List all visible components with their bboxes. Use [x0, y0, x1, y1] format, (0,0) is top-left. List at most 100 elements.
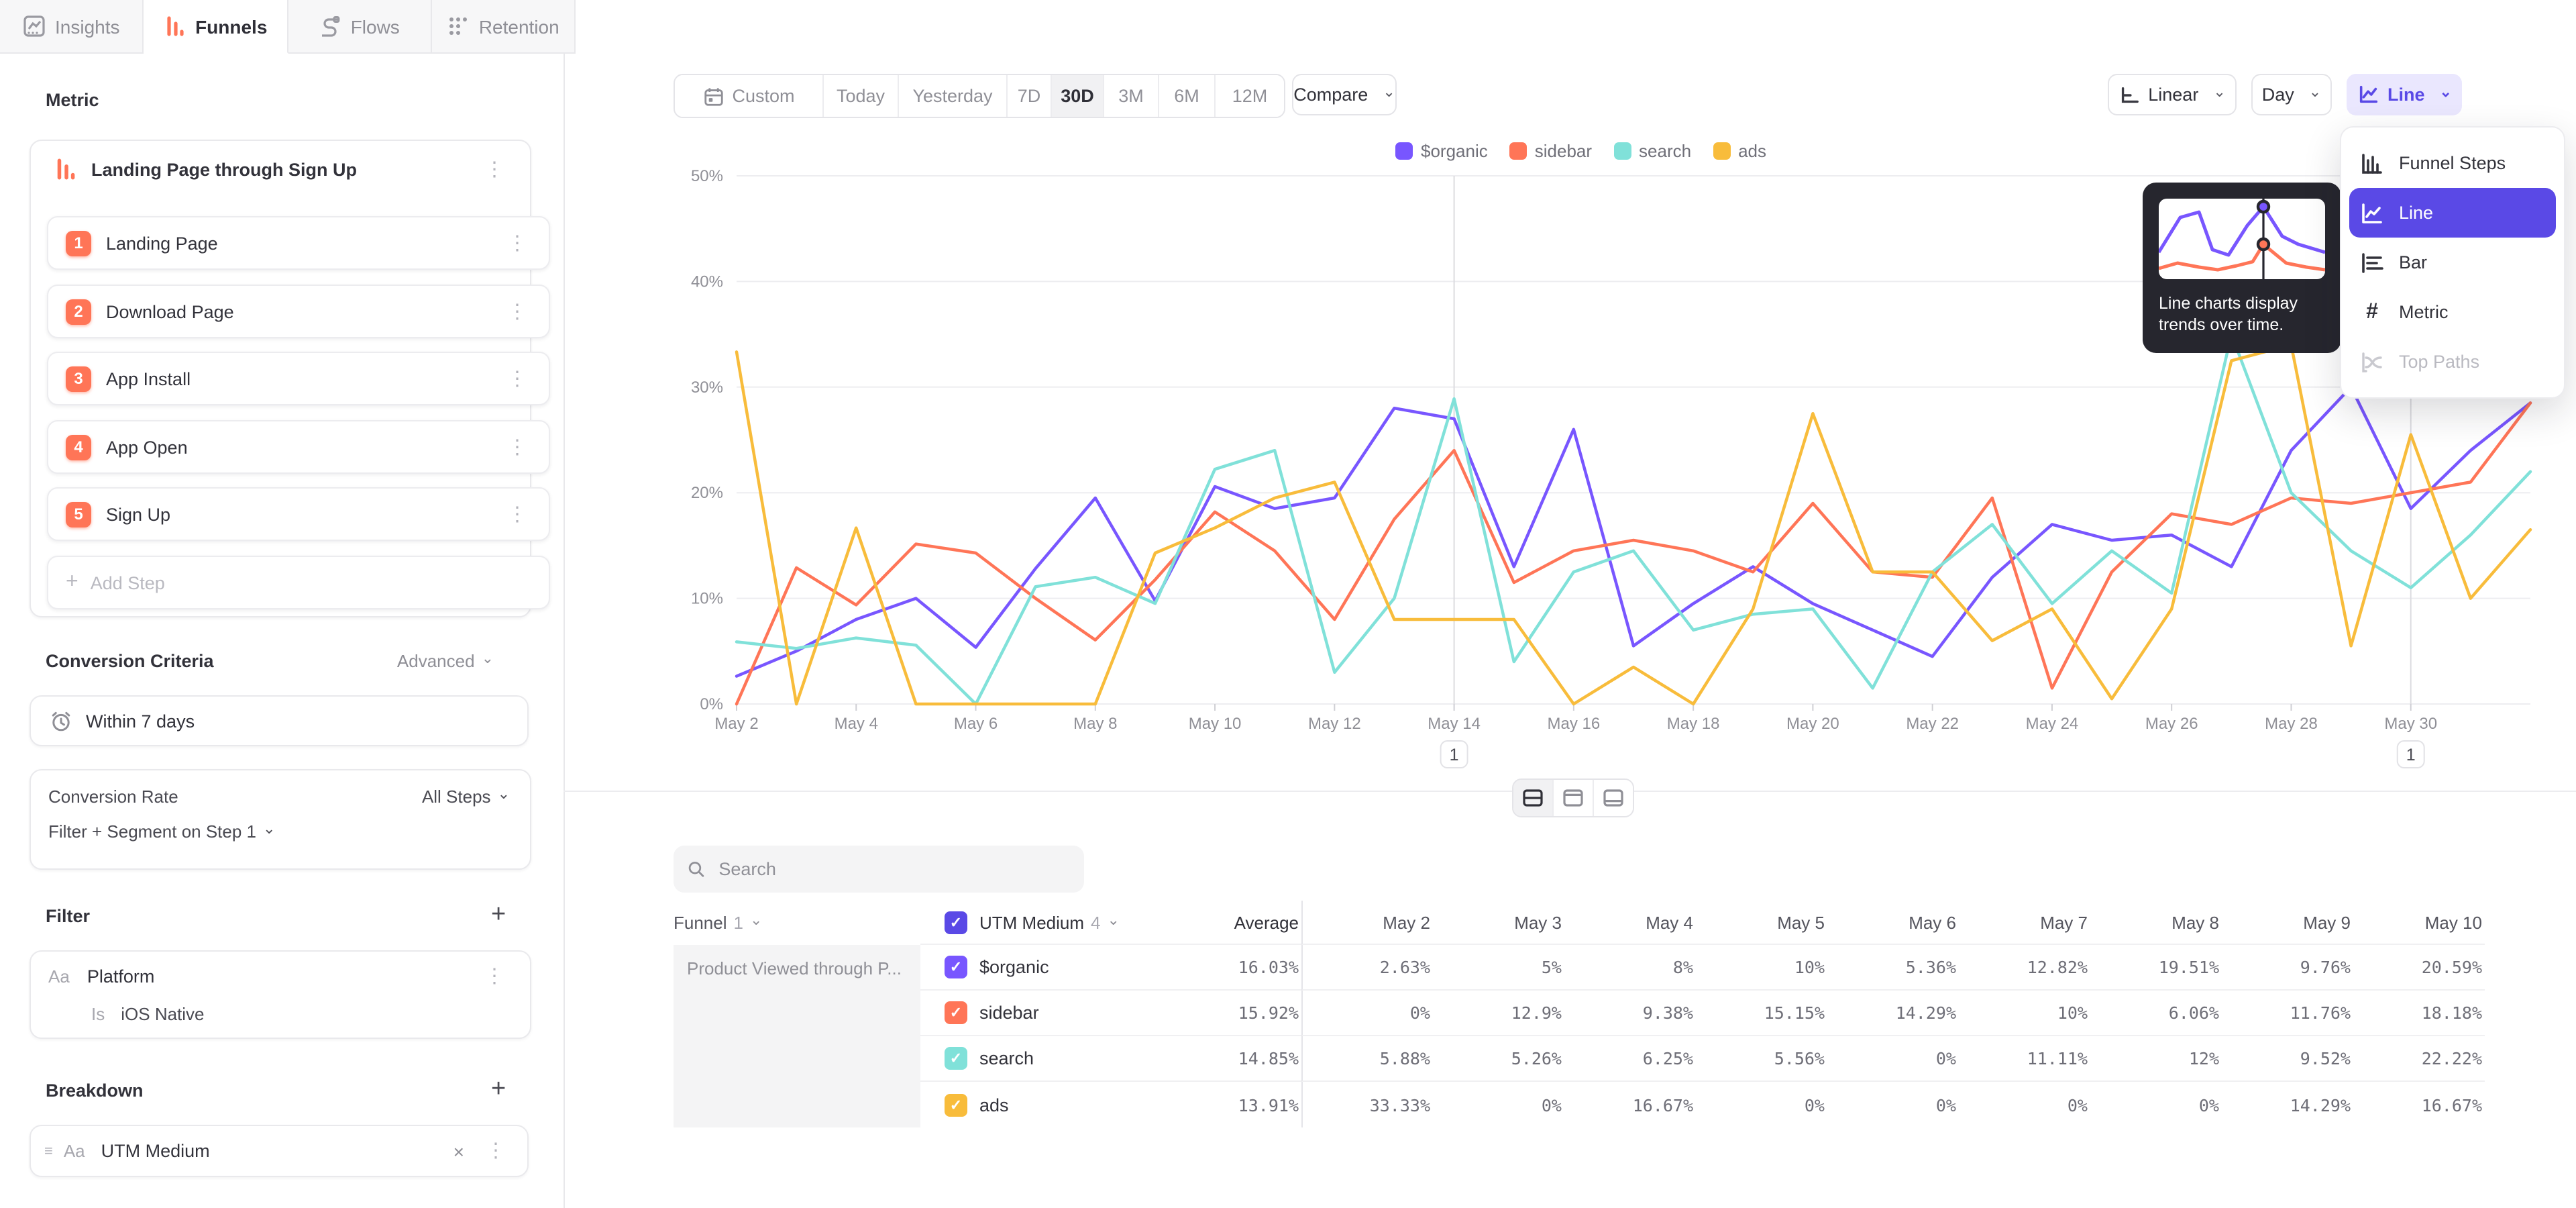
add-filter-button[interactable]: +	[491, 902, 506, 927]
compare-label: Compare	[1293, 85, 1368, 105]
funnel-name-cell[interactable]: Product Viewed through P...	[674, 945, 920, 1127]
menu-item-funnel-steps[interactable]: Funnel Steps	[2341, 138, 2564, 188]
cell-value: 33.33%	[1301, 1082, 1433, 1127]
remove-breakdown-icon[interactable]: ×	[453, 1140, 464, 1162]
breakdown-heading: Breakdown	[46, 1080, 144, 1101]
cell-value: 2.63%	[1301, 945, 1433, 991]
step-1-kebab-icon[interactable]: ⋮	[502, 230, 533, 256]
svg-text:May 22: May 22	[1906, 715, 1959, 733]
cell-value: 5.88%	[1301, 1036, 1433, 1082]
filter-property: Platform	[87, 966, 479, 986]
menu-item-metric[interactable]: # Metric	[2341, 287, 2564, 337]
range-12m[interactable]: 12M	[1216, 75, 1284, 117]
filter-value: iOS Native	[121, 1003, 204, 1023]
filter-property-row[interactable]: Aa Platform ⋮	[48, 962, 510, 989]
drag-handle-icon[interactable]: ≡	[44, 1143, 53, 1159]
step-2-badge: 2	[66, 299, 91, 324]
cell-value: 11.76%	[2222, 991, 2353, 1036]
funnel-column-header[interactable]: Funnel1⌄	[674, 901, 920, 945]
funnel-step-3[interactable]: 3 App Install ⋮	[47, 352, 550, 405]
svg-text:1: 1	[2406, 746, 2416, 764]
funnel-step-2[interactable]: 2 Download Page ⋮	[47, 285, 550, 338]
tab-retention-label: Retention	[479, 15, 559, 37]
chart-type-menu: Funnel Steps Line Bar # Metric Top Paths	[2340, 126, 2565, 399]
funnel-step-5[interactable]: 5 Sign Up ⋮	[47, 487, 550, 541]
chart-type-button[interactable]: Line ⌄	[2347, 74, 2462, 115]
retention-icon	[447, 15, 470, 38]
annotation-badge[interactable]: 1	[2398, 741, 2424, 768]
cell-value: 18.18%	[2353, 991, 2485, 1036]
breakdown-row[interactable]: ≡ Aa UTM Medium × ⋮	[30, 1125, 529, 1177]
range-30d[interactable]: 30D	[1052, 75, 1104, 117]
step-3-kebab-icon[interactable]: ⋮	[502, 366, 533, 391]
svg-text:May 8: May 8	[1073, 715, 1117, 733]
step-3-label: App Install	[106, 368, 502, 389]
range-7d[interactable]: 7D	[1008, 75, 1052, 117]
add-step-button[interactable]: + Add Step	[47, 556, 550, 609]
metric-header-row[interactable]: Landing Page through Sign Up ⋮	[54, 153, 510, 185]
range-3m[interactable]: 3M	[1104, 75, 1159, 117]
cell-value: 16.67%	[2353, 1082, 2485, 1127]
layout-split-toggle[interactable]	[1513, 780, 1554, 816]
filter-kebab-icon[interactable]: ⋮	[479, 963, 510, 989]
top-paths-icon	[2360, 350, 2384, 374]
step-2-kebab-icon[interactable]: ⋮	[502, 299, 533, 324]
range-6m[interactable]: 6M	[1159, 75, 1216, 117]
tab-flows[interactable]: Flows	[288, 0, 432, 54]
filter-segment-toggle[interactable]: Filter + Segment on Step 1 ⌄	[48, 821, 275, 842]
clock-icon	[50, 709, 72, 732]
filter-condition-row[interactable]: Is iOS Native	[91, 1001, 205, 1025]
tab-insights[interactable]: Insights	[0, 0, 144, 54]
layout-table-toggle[interactable]	[1594, 780, 1633, 816]
tab-retention[interactable]: Retention	[432, 0, 576, 54]
range-custom[interactable]: Custom	[675, 75, 824, 117]
menu-item-label: Top Paths	[2399, 352, 2479, 372]
granularity-button[interactable]: Day ⌄	[2251, 74, 2332, 115]
svg-text:10%: 10%	[691, 590, 723, 608]
cell-value: 11.11%	[1959, 1036, 2090, 1082]
funnel-step-1[interactable]: 1 Landing Page ⋮	[47, 216, 550, 270]
range-label: 3M	[1118, 86, 1144, 106]
menu-item-bar[interactable]: Bar	[2341, 238, 2564, 287]
svg-text:May 28: May 28	[2265, 715, 2318, 733]
line-chart-icon	[2360, 201, 2384, 225]
compare-button[interactable]: Compare ⌄	[1292, 74, 1397, 115]
funnels-icon	[163, 15, 186, 38]
advanced-toggle[interactable]: Advanced ⌄	[397, 651, 494, 671]
conversion-window-row[interactable]: Within 7 days	[30, 695, 529, 746]
range-yesterday[interactable]: Yesterday	[899, 75, 1008, 117]
tab-funnels[interactable]: Funnels	[144, 0, 288, 54]
breakdown-column-header[interactable]: ✓UTM Medium4⌄	[920, 901, 1191, 945]
tooltip-text: Line charts display trends over time.	[2159, 293, 2330, 336]
date-column-header: May 6	[1827, 901, 1959, 945]
step-4-label: App Open	[106, 437, 502, 457]
search-input[interactable]	[716, 858, 1071, 880]
cell-value: 12.82%	[1959, 945, 2090, 991]
breakdown-table: Funnel1⌄✓UTM Medium4⌄AverageMay 2May 3Ma…	[674, 901, 2485, 1127]
svg-text:May 16: May 16	[1548, 715, 1601, 733]
cell-value: 19.51%	[2090, 945, 2222, 991]
series-checkbox[interactable]: ✓	[945, 1001, 967, 1024]
utm-checkbox[interactable]: ✓	[945, 911, 967, 934]
breakdown-kebab-icon[interactable]: ⋮	[480, 1138, 511, 1164]
conversion-rate-select[interactable]: All Steps ⌄	[422, 786, 510, 806]
series-line-organic	[737, 387, 2530, 676]
scale-button[interactable]: Linear ⌄	[2108, 74, 2237, 115]
range-today[interactable]: Today	[824, 75, 899, 117]
filter-operator: Is	[91, 1003, 105, 1023]
cell-value: 10%	[1959, 991, 2090, 1036]
cell-value: 6.25%	[1564, 1036, 1696, 1082]
cell-value: 14.29%	[1827, 991, 1959, 1036]
series-checkbox[interactable]: ✓	[945, 956, 967, 978]
step-5-label: Sign Up	[106, 504, 502, 524]
step-4-kebab-icon[interactable]: ⋮	[502, 434, 533, 460]
add-breakdown-button[interactable]: +	[491, 1076, 506, 1102]
funnel-step-4[interactable]: 4 App Open ⋮	[47, 420, 550, 474]
annotation-badge[interactable]: 1	[1441, 741, 1468, 768]
menu-item-line[interactable]: Line	[2349, 188, 2556, 238]
metric-kebab-icon[interactable]: ⋮	[479, 156, 510, 182]
layout-chart-toggle[interactable]	[1554, 780, 1594, 816]
series-checkbox[interactable]: ✓	[945, 1047, 967, 1070]
series-checkbox[interactable]: ✓	[945, 1093, 967, 1116]
step-5-kebab-icon[interactable]: ⋮	[502, 501, 533, 527]
